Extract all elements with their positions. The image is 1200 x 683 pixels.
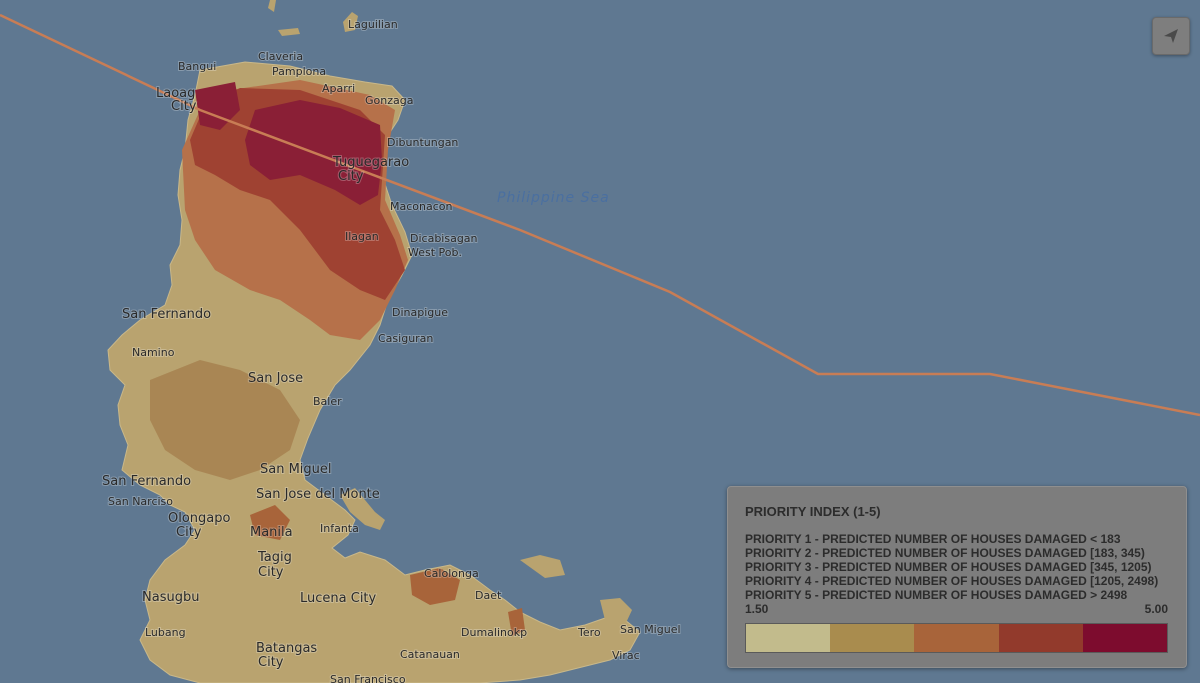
place-label: Manila: [250, 525, 293, 540]
place-label: City: [258, 565, 284, 580]
place-label: Olongapo: [168, 511, 231, 526]
place-label: Casiguran: [378, 332, 433, 345]
place-label: San Narciso: [108, 495, 173, 508]
place-label: Pamplona: [272, 65, 326, 78]
legend-panel: PRIORITY INDEX (1-5) PRIORITY 1 - PREDIC…: [727, 486, 1187, 668]
legend-line-priority-1: PRIORITY 1 - PREDICTED NUMBER OF HOUSES …: [745, 532, 1121, 546]
legend-line-priority-5: PRIORITY 5 - PREDICTED NUMBER OF HOUSES …: [745, 588, 1128, 602]
place-label: Calolonga: [424, 567, 479, 580]
place-label: City: [171, 99, 197, 114]
place-label: Catanauan: [400, 648, 460, 661]
place-label: City: [176, 525, 202, 540]
legend-scale-min: 1.50: [745, 602, 769, 616]
place-label: Dumalinokp: [461, 626, 527, 639]
place-label: San Fernando: [102, 474, 191, 489]
place-label: San Fernando: [122, 307, 211, 322]
locate-button[interactable]: [1152, 17, 1190, 55]
place-label: San Miguel: [620, 623, 681, 636]
legend-color-swatch-5: [1082, 624, 1168, 652]
legend-title: PRIORITY INDEX (1-5): [745, 504, 881, 519]
place-label: Gonzaga: [365, 94, 413, 107]
place-label: Dinapigue: [392, 306, 448, 319]
place-label: Lucena City: [300, 591, 377, 606]
legend-color-swatch-3: [914, 624, 999, 652]
place-label: Lubang: [145, 626, 186, 639]
place-label: Daet: [475, 589, 502, 602]
place-label: Infanta: [320, 522, 359, 535]
island-shape: [268, 0, 276, 12]
island-shape: [520, 555, 565, 578]
legend-scale: 1.50 5.00: [745, 602, 1168, 616]
place-label: Tuguegarao: [332, 155, 409, 170]
place-label: Namino: [132, 346, 175, 359]
place-label: Dibuntungan: [387, 136, 458, 149]
legend-lines: PRIORITY 1 - PREDICTED NUMBER OF HOUSES …: [745, 532, 1168, 602]
place-label: Laguilian: [348, 18, 398, 31]
place-label: City: [338, 169, 364, 184]
place-label: Nasugbu: [142, 590, 199, 605]
legend-line-priority-3: PRIORITY 3 - PREDICTED NUMBER OF HOUSES …: [745, 560, 1152, 574]
place-label: Maconacon: [390, 200, 452, 213]
navigation-arrow-icon: [1164, 29, 1178, 43]
place-label: San Jose del Monte: [256, 487, 380, 502]
place-label: West Pob.: [408, 246, 462, 259]
place-label: Ilagan: [345, 230, 379, 243]
legend-color-swatch-1: [746, 624, 831, 652]
place-label: Batangas: [256, 641, 317, 656]
place-label: Claveria: [258, 50, 303, 63]
island-shape: [278, 28, 300, 36]
legend-color-swatch-2: [830, 624, 915, 652]
place-label: Bangui: [178, 60, 216, 73]
place-label: San Miguel: [260, 462, 332, 477]
place-label: Aparri: [322, 82, 355, 95]
legend-line-priority-4: PRIORITY 4 - PREDICTED NUMBER OF HOUSES …: [745, 574, 1159, 588]
place-label: Baler: [313, 395, 342, 408]
place-label: San Francisco: [330, 673, 406, 683]
place-label: Tero: [577, 626, 601, 639]
place-label: City: [258, 655, 284, 670]
place-label: Tagig: [257, 550, 292, 565]
place-label: Dicabisagan: [410, 232, 478, 245]
place-label: San Jose: [248, 371, 303, 386]
legend-color-swatch-4: [998, 624, 1083, 652]
legend-scale-max: 5.00: [1144, 602, 1168, 616]
sea-label: Philippine Sea: [497, 190, 610, 206]
place-label: Virac: [612, 649, 640, 662]
legend-color-bar: [745, 623, 1168, 653]
legend-line-priority-2: PRIORITY 2 - PREDICTED NUMBER OF HOUSES …: [745, 546, 1145, 560]
